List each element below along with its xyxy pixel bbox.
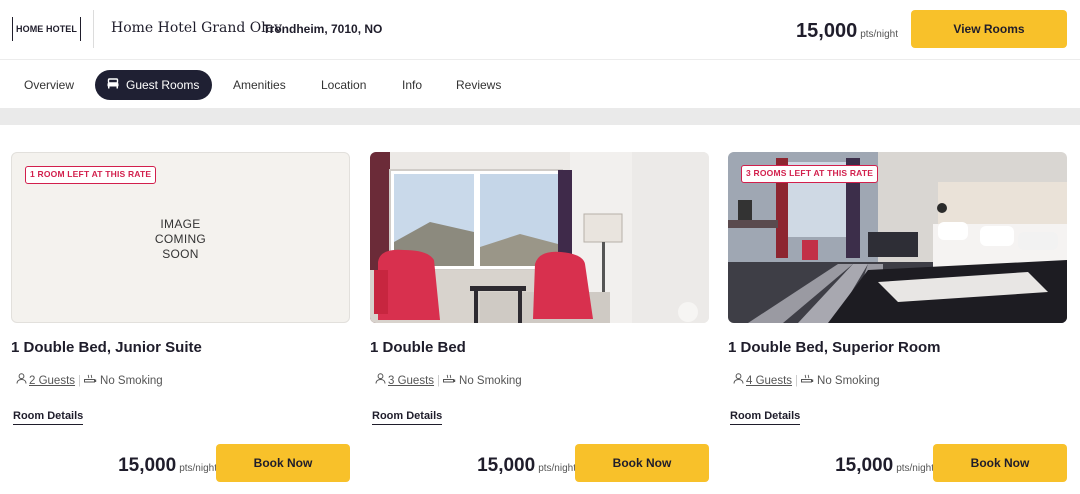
room-price: 15,000 pts/night: [477, 455, 576, 477]
meta-separator: |: [437, 375, 441, 388]
hotel-name: Home Hotel Grand Olav: [111, 20, 282, 36]
tab-reviews[interactable]: Reviews: [456, 70, 501, 100]
room-details-link[interactable]: Room Details: [13, 410, 84, 425]
room-details-link[interactable]: Room Details: [372, 410, 443, 425]
section-tabs: Overview Guest Rooms Amenities Location …: [0, 61, 1080, 108]
view-rooms-button[interactable]: View Rooms: [911, 10, 1067, 48]
bed-icon: [107, 70, 119, 100]
no-smoking-icon: [84, 374, 98, 387]
room-guests[interactable]: 3 Guests: [388, 375, 434, 387]
room-price-value: 15,000: [118, 455, 177, 476]
book-now-button[interactable]: Book Now: [575, 444, 709, 482]
section-divider-band: [0, 108, 1080, 125]
meta-separator: |: [795, 375, 799, 388]
person-icon: [375, 373, 386, 387]
room-price: 15,000 pts/night: [118, 455, 217, 477]
room-meta: 4 Guests | No Smoking: [733, 373, 880, 388]
room-photo: 3 ROOMS LEFT AT THIS RATE: [728, 152, 1067, 323]
person-icon: [733, 373, 744, 387]
room-card: 3 ROOMS LEFT AT THIS RATE 1 Double Bed, …: [728, 152, 1067, 482]
room-photo: [370, 152, 709, 323]
room-card: 1 Double Bed 3 Guests | No Smoking Room D…: [370, 152, 709, 482]
no-smoking-icon: [801, 374, 815, 387]
room-card: 1 ROOM LEFT AT THIS RATE IMAGE COMING SO…: [11, 152, 350, 482]
header-price-value: 15,000: [796, 20, 858, 42]
room-guests[interactable]: 4 Guests: [746, 375, 792, 387]
room-price-value: 15,000: [835, 455, 894, 476]
book-now-button[interactable]: Book Now: [216, 444, 350, 482]
room-title: 1 Double Bed: [370, 339, 466, 356]
meta-separator: |: [78, 375, 82, 388]
header-divider: [93, 10, 94, 48]
room-price-value: 15,000: [477, 455, 536, 476]
hotel-location: Trondheim, 7010, NO: [263, 22, 383, 36]
hotel-logo[interactable]: HOME HOTEL: [12, 17, 81, 41]
tab-location[interactable]: Location: [321, 70, 366, 100]
room-meta: 3 Guests | No Smoking: [375, 373, 522, 388]
image-coming-soon-text: IMAGE COMING SOON: [154, 217, 207, 261]
room-smoking: No Smoking: [100, 375, 163, 388]
room-guests[interactable]: 2 Guests: [29, 375, 75, 387]
room-details-link[interactable]: Room Details: [730, 410, 801, 425]
tab-info[interactable]: Info: [402, 70, 422, 100]
availability-badge: 1 ROOM LEFT AT THIS RATE: [25, 166, 157, 184]
no-smoking-icon: [443, 374, 457, 387]
room-price-unit: pts/night: [179, 463, 217, 474]
header-price: 15,000 pts/night: [796, 20, 898, 43]
header-price-unit: pts/night: [860, 29, 898, 40]
room-image-placeholder: 1 ROOM LEFT AT THIS RATE IMAGE COMING SO…: [11, 152, 350, 323]
room-price: 15,000 pts/night: [835, 455, 934, 477]
book-now-button[interactable]: Book Now: [933, 444, 1067, 482]
room-price-unit: pts/night: [538, 463, 576, 474]
room-smoking: No Smoking: [817, 375, 880, 388]
tab-guest-rooms[interactable]: Guest Rooms: [95, 70, 213, 100]
tab-overview[interactable]: Overview: [24, 70, 74, 100]
room-meta: 2 Guests | No Smoking: [16, 373, 163, 388]
tab-guest-rooms-label: Guest Rooms: [126, 78, 200, 92]
room-title: 1 Double Bed, Superior Room: [728, 339, 941, 356]
room-price-unit: pts/night: [896, 463, 934, 474]
person-icon: [16, 373, 27, 387]
availability-badge: 3 ROOMS LEFT AT THIS RATE: [741, 165, 879, 183]
tab-amenities[interactable]: Amenities: [233, 70, 286, 100]
room-smoking: No Smoking: [459, 375, 522, 388]
hotel-header: HOME HOTEL Home Hotel Grand Olav Trondhe…: [0, 0, 1080, 60]
room-title: 1 Double Bed, Junior Suite: [11, 339, 202, 356]
